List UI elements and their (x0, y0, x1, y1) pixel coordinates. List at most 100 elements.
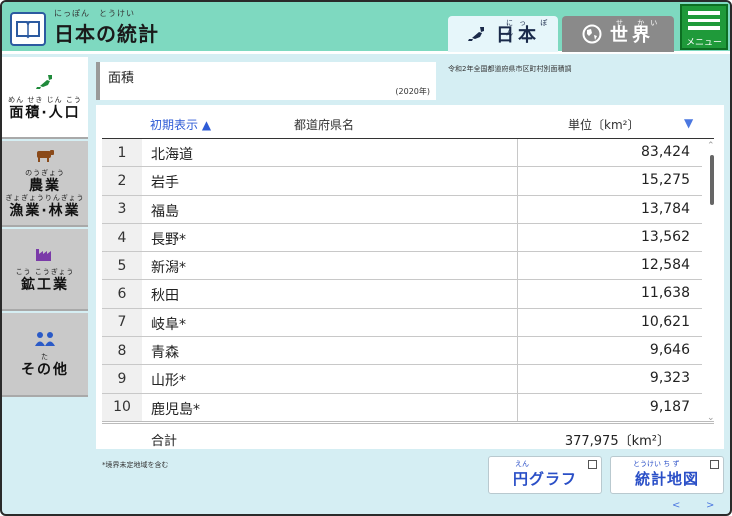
table-row[interactable]: 6 秋田 11,638 (102, 280, 702, 309)
table-body: 1 北海道 83,424 2 岩手 15,275 3 福島 13,784 4 長… (102, 139, 702, 422)
row-value: 9,323 (649, 370, 690, 387)
table-scrollbar[interactable]: ⌃ ⌄ (707, 141, 716, 423)
factory-icon (36, 248, 51, 261)
row-value-cell: 9,646 (517, 337, 702, 365)
pie-chart-button-ruby: えん (515, 460, 529, 468)
sort-default-button[interactable]: 初期表示 ▲ (150, 116, 211, 133)
external-link-icon (588, 460, 597, 469)
row-prefecture: 新潟* (151, 260, 186, 277)
row-value: 10,621 (641, 313, 690, 330)
sidebar-item-ruby: めん せき じん こう (8, 95, 82, 104)
sidebar-item-ruby: こう こうぎょう (15, 267, 75, 276)
sidebar-item-mining-industry[interactable]: こう こうぎょう 鉱工業 (2, 229, 88, 311)
sidebar-item-ruby: ぎょぎょうりんぎょう (5, 194, 85, 202)
app-frame: にっぽん とうけい 日本の統計 にっ ぽん 日本 せ かい 世界 メニュー めん… (0, 0, 732, 516)
sidebar-item-label: 農業 (29, 178, 61, 194)
table-row[interactable]: 3 福島 13,784 (102, 195, 702, 224)
row-prefecture: 長野* (151, 231, 186, 248)
row-rank: 9 (102, 365, 142, 393)
row-prefecture: 青森 (151, 345, 179, 362)
row-value: 11,638 (641, 285, 690, 302)
menu-label: メニュー (685, 38, 722, 49)
pie-chart-button-label: 円グラフ (512, 469, 577, 488)
row-value-cell: 83,424 (517, 139, 702, 167)
cow-icon (37, 150, 54, 162)
header: にっぽん とうけい 日本の統計 にっ ぽん 日本 せ かい 世界 メニュー (2, 2, 730, 54)
menu-button[interactable]: メニュー (680, 4, 728, 50)
row-rank: 4 (102, 223, 142, 252)
row-value: 13,784 (641, 200, 690, 217)
table-row[interactable]: 7 岐阜* 10,621 (102, 308, 702, 338)
app-title-block: にっぽん とうけい 日本の統計 (54, 8, 159, 47)
sidebar-item-label: 面積·人口 (9, 104, 81, 121)
hamburger-icon-bar (688, 26, 720, 31)
table-row[interactable]: 2 岩手 15,275 (102, 167, 702, 196)
sidebar-item-area-population[interactable]: めん せき じん こう 面積·人口 (2, 57, 88, 139)
table-row[interactable]: 1 北海道 83,424 (102, 139, 702, 168)
row-value-cell: 9,187 (517, 393, 702, 421)
hamburger-icon-bar (688, 18, 720, 23)
table-row[interactable]: 5 新潟* 12,584 (102, 252, 702, 281)
row-value-cell: 11,638 (517, 280, 702, 308)
sidebar-item-agriculture[interactable]: のうぎょう 農業 ぎょぎょうりんぎょう 漁業·林業 (2, 141, 88, 227)
scroll-thumb[interactable] (710, 155, 714, 205)
row-prefecture: 鹿児島* (151, 401, 200, 418)
row-value-cell: 13,784 (517, 195, 702, 223)
row-prefecture: 秋田 (151, 288, 179, 305)
app-title: 日本の統計 (54, 22, 159, 46)
tab-japan[interactable]: にっ ぽん 日本 (448, 16, 558, 52)
sidebar-item-label: 鉱工業 (21, 276, 69, 293)
tab-world[interactable]: せ かい 世界 (562, 16, 674, 52)
row-prefecture: 山形* (151, 373, 186, 390)
next-page-button[interactable]: > (706, 500, 714, 511)
row-rank: 2 (102, 167, 142, 195)
total-label: 合計 (151, 434, 178, 449)
row-rank: 3 (102, 195, 142, 223)
row-value: 13,562 (641, 228, 690, 245)
row-value-cell: 10,621 (517, 308, 702, 337)
row-value: 83,424 (641, 144, 690, 160)
row-value: 9,646 (649, 342, 690, 359)
row-rank: 7 (102, 308, 142, 337)
row-prefecture: 北海道 (151, 147, 193, 163)
table-row[interactable]: 10 鹿児島* 9,187 (102, 393, 702, 422)
japan-map-icon (36, 74, 52, 89)
row-value: 12,584 (641, 257, 690, 274)
table-row[interactable]: 4 長野* 13,562 (102, 223, 702, 253)
sidebar-item-ruby: のうぎょう (25, 169, 65, 177)
hamburger-icon (688, 11, 720, 15)
sidebar-item-label: その他 (21, 361, 69, 378)
row-value-cell: 15,275 (517, 167, 702, 195)
row-value-cell: 9,323 (517, 365, 702, 393)
sidebar-item-ruby: た (41, 352, 49, 361)
row-value-cell: 12,584 (517, 252, 702, 280)
statistical-map-button[interactable]: とうけい ち ず 統計地図 (610, 456, 724, 494)
tab-japan-ruby: にっ ぽん (506, 19, 554, 37)
row-rank: 5 (102, 252, 142, 280)
sidebar-item-other[interactable]: た その他 (2, 313, 88, 397)
total-value: 377,975〔km²〕 (564, 434, 670, 449)
row-prefecture: 岐阜* (151, 316, 186, 333)
table-row[interactable]: 8 青森 9,646 (102, 337, 702, 366)
book-icon[interactable] (10, 12, 46, 46)
row-value: 9,187 (649, 398, 690, 415)
row-value: 15,275 (641, 172, 690, 189)
scroll-up-icon[interactable]: ⌃ (707, 141, 715, 151)
people-icon (35, 331, 55, 346)
external-link-icon (710, 460, 719, 469)
japan-map-icon (468, 27, 484, 41)
row-rank: 10 (102, 393, 142, 421)
pie-chart-button[interactable]: えん 円グラフ (488, 456, 602, 494)
statistic-title: 面積 (108, 71, 135, 86)
table-row[interactable]: 9 山形* 9,323 (102, 365, 702, 394)
sidebar-item-label: 漁業·林業 (9, 203, 81, 219)
statistical-map-button-label: 統計地図 (634, 469, 699, 488)
column-header-prefecture: 都道府県名 (294, 118, 355, 132)
globe-icon (582, 24, 602, 44)
sort-descending-icon[interactable]: ▼ (684, 116, 693, 130)
statistic-title-box: 面積 (2020年) (96, 62, 436, 100)
row-value-cell: 13,562 (517, 223, 702, 252)
app-title-ruby: にっぽん とうけい (54, 9, 135, 18)
prev-page-button[interactable]: < (672, 500, 680, 511)
table-total-row: 合計 377,975〔km²〕 (102, 421, 714, 449)
